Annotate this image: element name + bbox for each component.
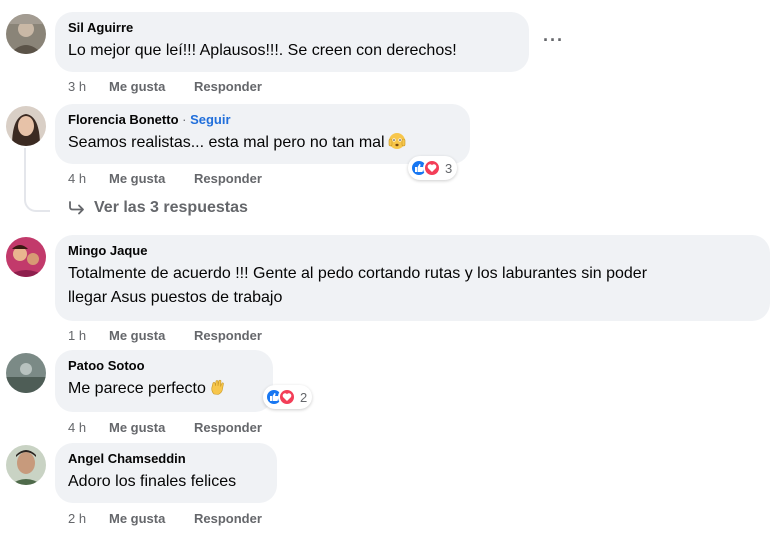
- avatar[interactable]: [6, 353, 46, 393]
- reply-button[interactable]: Responder: [194, 511, 262, 526]
- comment-text: Seamos realistas... esta mal pero no tan…: [68, 134, 385, 151]
- love-reaction-icon: [278, 388, 296, 406]
- like-button[interactable]: Me gusta: [109, 511, 194, 526]
- reply-button[interactable]: Responder: [194, 328, 262, 343]
- comment-text-line: Seamos realistas... esta mal pero no tan…: [68, 131, 458, 158]
- comment-author[interactable]: Patoo Sotoo: [68, 358, 261, 374]
- reply-button[interactable]: Responder: [194, 420, 262, 435]
- comment-actions: 3 h Me gusta Responder: [68, 79, 262, 94]
- avatar[interactable]: [6, 445, 46, 485]
- comment-bubble: Patoo Sotoo Me parece perfecto: [55, 350, 273, 412]
- view-replies-label: Ver las 3 respuestas: [94, 199, 248, 216]
- comment-time[interactable]: 3 h: [68, 79, 109, 94]
- comment-actions: 4 h Me gusta Responder: [68, 171, 262, 186]
- reply-arrow-icon: [69, 201, 84, 215]
- comment-text-line: Me parece perfecto: [68, 377, 261, 404]
- comment-time[interactable]: 2 h: [68, 511, 109, 526]
- comment-actions: 2 h Me gusta Responder: [68, 511, 262, 526]
- love-reaction-icon: [423, 159, 441, 177]
- comment-author[interactable]: Sil Aguirre: [68, 20, 517, 36]
- comment-bubble: Angel Chamseddin Adoro los finales felic…: [55, 443, 277, 503]
- comment-actions: 1 h Me gusta Responder: [68, 328, 262, 343]
- comment-author[interactable]: Florencia Bonetto: [68, 112, 179, 127]
- comment-time[interactable]: 4 h: [68, 420, 109, 435]
- comment-actions: 4 h Me gusta Responder: [68, 420, 262, 435]
- comment-text-line1: Totalmente de acuerdo !!! Gente al pedo …: [68, 265, 648, 282]
- reply-button[interactable]: Responder: [194, 79, 262, 94]
- comment-time[interactable]: 1 h: [68, 328, 109, 343]
- comment-author-line: Florencia Bonetto · Seguir: [68, 112, 458, 128]
- like-button[interactable]: Me gusta: [109, 79, 194, 94]
- flushed-face-icon: [388, 132, 406, 158]
- comment-text: Adoro los finales felices: [68, 473, 237, 490]
- more-options-icon[interactable]: ···: [543, 30, 564, 51]
- comment-author[interactable]: Mingo Jaque: [68, 243, 758, 259]
- comment-text-line2: llegar Asus puestos de trabajo: [68, 289, 283, 306]
- avatar[interactable]: [6, 106, 46, 146]
- like-button[interactable]: Me gusta: [109, 420, 194, 435]
- reaction-count: 2: [300, 389, 308, 405]
- like-button[interactable]: Me gusta: [109, 328, 194, 343]
- comment-text: Me parece perfecto: [68, 380, 206, 397]
- reply-button[interactable]: Responder: [194, 171, 262, 186]
- cut-off-previous-comment: [0, 0, 770, 5]
- comment-text: Totalmente de acuerdo !!! Gente al pedo …: [68, 262, 758, 310]
- comment-author[interactable]: Angel Chamseddin: [68, 451, 265, 467]
- avatar[interactable]: [6, 237, 46, 277]
- like-button[interactable]: Me gusta: [109, 171, 194, 186]
- waving-hand-icon: [209, 378, 227, 404]
- reaction-count: 3: [445, 160, 453, 176]
- reactions-summary[interactable]: 2: [263, 385, 313, 409]
- comment-text: Lo mejor que leí!!! Aplausos!!!. Se cree…: [68, 42, 457, 59]
- thread-connector: [24, 148, 50, 212]
- follow-button[interactable]: Seguir: [190, 112, 230, 127]
- comment-bubble: Florencia Bonetto · Seguir Seamos realis…: [55, 104, 470, 164]
- comment-bubble: Sil Aguirre Lo mejor que leí!!! Aplausos…: [55, 12, 529, 72]
- avatar[interactable]: [6, 14, 46, 54]
- comment-bubble: Mingo Jaque Totalmente de acuerdo !!! Ge…: [55, 235, 770, 321]
- comment-time[interactable]: 4 h: [68, 171, 109, 186]
- view-replies-button[interactable]: Ver las 3 respuestas: [68, 199, 248, 217]
- separator-dot: ·: [178, 112, 191, 127]
- reactions-summary[interactable]: 3: [408, 156, 458, 180]
